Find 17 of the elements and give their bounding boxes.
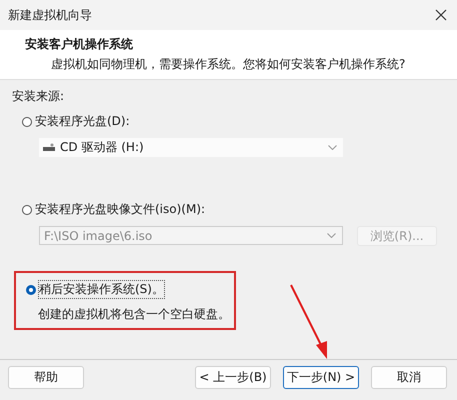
page-title: 安装客户机操作系统 <box>25 36 134 53</box>
window-title: 新建虚拟机向导 <box>8 6 92 24</box>
drive-icon <box>43 143 55 152</box>
source-label: 安装来源: <box>12 88 66 105</box>
page-subtitle: 虚拟机如同物理机，需要操作系统。您将如何安装客户机操作系统? <box>50 56 406 73</box>
dialog-button[interactable]: 帮助 <box>8 366 84 389</box>
option-description: 创建的虚拟机将包含一个空白硬盘。 <box>38 306 231 323</box>
radio-option[interactable]: 安装程序光盘(D): <box>22 113 130 130</box>
close-icon[interactable] <box>435 9 447 21</box>
radio-option[interactable]: 安装程序光盘映像文件(iso)(M): <box>22 201 206 218</box>
dialog-button[interactable]: < 上一步(B) <box>195 366 271 389</box>
radio-option[interactable]: 稍后安装操作系统(S)。 <box>26 281 164 298</box>
chevron-down-icon <box>327 233 336 238</box>
dialog-button[interactable]: 取消 <box>371 366 447 389</box>
dialog-button[interactable]: 下一步(N) > <box>283 366 359 389</box>
source-dropdown[interactable]: CD 驱动器 (H:) <box>39 138 343 157</box>
chevron-down-icon <box>328 145 337 150</box>
